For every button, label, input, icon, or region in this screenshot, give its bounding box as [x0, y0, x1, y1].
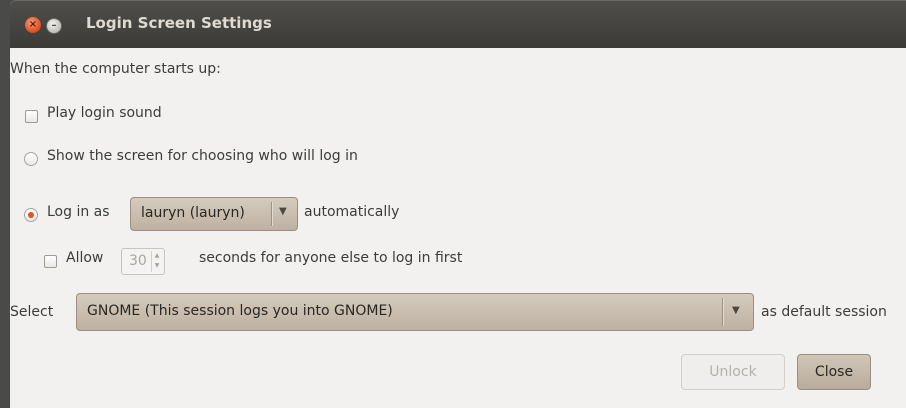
spin-down-icon[interactable]: ▼ — [152, 261, 162, 271]
seconds-suffix-label: seconds for anyone else to log in first — [199, 250, 463, 266]
close-button[interactable]: Close — [797, 354, 871, 390]
dialog-content: When the computer starts up: Play login … — [10, 48, 906, 408]
window-title: Login Screen Settings — [86, 14, 272, 32]
automatically-label: automatically — [304, 204, 400, 220]
session-dropdown-value: GNOME (This session logs you into GNOME) — [87, 303, 393, 319]
seconds-spinbox[interactable]: 30 ▲ ▼ — [121, 248, 165, 275]
log-in-as-radio[interactable] — [24, 208, 38, 222]
chevron-down-icon: ▼ — [279, 206, 287, 217]
default-session-label: as default session — [761, 304, 887, 320]
play-login-sound-label[interactable]: Play login sound — [47, 105, 162, 121]
intro-label: When the computer starts up: — [10, 61, 221, 77]
spin-up-icon[interactable]: ▲ — [152, 251, 162, 261]
seconds-value: 30 — [129, 253, 147, 269]
spin-buttons[interactable]: ▲ ▼ — [151, 251, 162, 272]
session-select-label: Select — [10, 304, 54, 320]
session-dropdown[interactable]: GNOME (This session logs you into GNOME)… — [76, 293, 754, 331]
chevron-down-icon: ▼ — [732, 305, 740, 316]
log-in-as-label[interactable]: Log in as — [47, 204, 110, 220]
show-screen-label[interactable]: Show the screen for choosing who will lo… — [47, 148, 358, 164]
user-dropdown[interactable]: lauryn (lauryn) ▼ — [130, 197, 298, 231]
allow-checkbox[interactable] — [44, 255, 57, 268]
show-screen-radio[interactable] — [24, 152, 38, 166]
login-screen-settings-window: × – Login Screen Settings When the compu… — [10, 0, 906, 408]
title-bar: × – Login Screen Settings — [10, 0, 906, 48]
allow-label[interactable]: Allow — [66, 250, 103, 266]
user-dropdown-value: lauryn (lauryn) — [141, 205, 245, 221]
unlock-button[interactable]: Unlock — [681, 354, 785, 390]
close-window-icon[interactable]: × — [25, 17, 41, 33]
minimize-window-icon[interactable]: – — [46, 18, 62, 34]
play-login-sound-checkbox[interactable] — [25, 110, 38, 123]
